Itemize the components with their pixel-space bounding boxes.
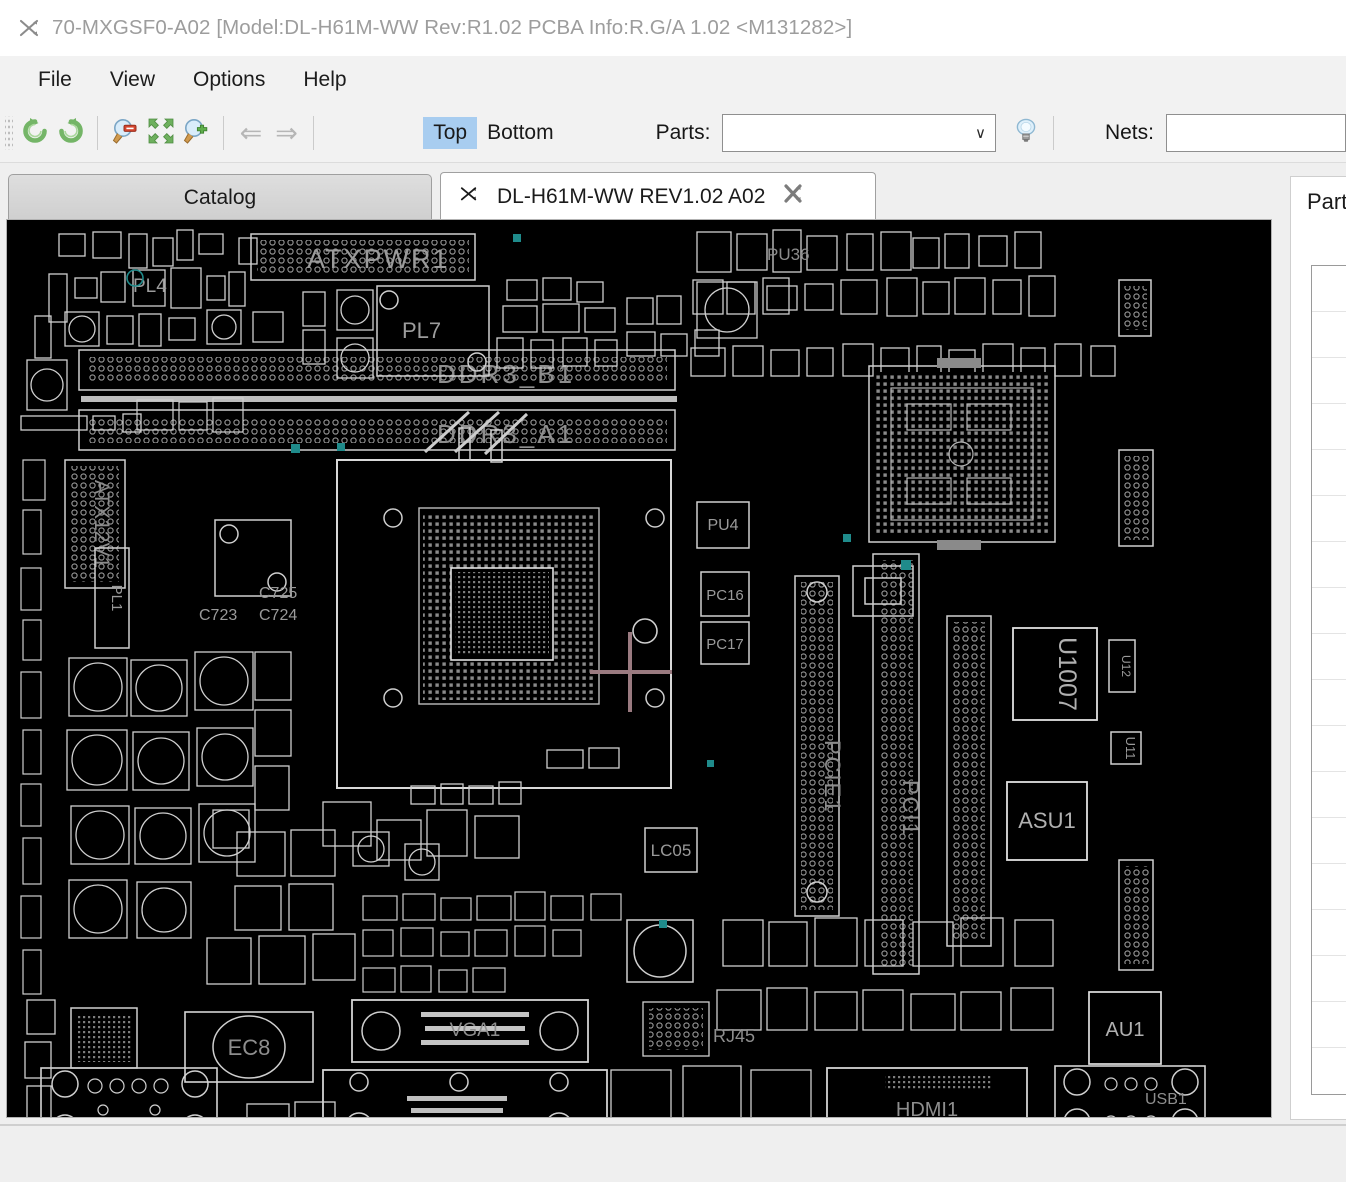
parts-list-row[interactable] xyxy=(1312,496,1346,542)
status-bar xyxy=(0,1126,1346,1182)
parts-list-panel: Part xyxy=(1290,176,1346,1120)
svg-text:DDR3_B1: DDR3_B1 xyxy=(437,359,575,389)
svg-text:C725: C725 xyxy=(259,585,297,602)
svg-text:PL1: PL1 xyxy=(108,585,125,612)
menu-item-file[interactable]: File xyxy=(22,64,88,96)
parts-list-row[interactable] xyxy=(1312,266,1346,312)
board-side-top-option[interactable]: Top xyxy=(423,116,478,150)
pcb-board-drawing[interactable]: ATXPWR1 DDR3_B1 DDR3_A1 PL4 PL7 PU36 PCI… xyxy=(7,220,1271,1117)
parts-list-row[interactable] xyxy=(1312,864,1346,910)
svg-text:VGA1: VGA1 xyxy=(450,1020,501,1041)
svg-text:ATXPWR1: ATXPWR1 xyxy=(307,244,450,274)
menu-item-view[interactable]: View xyxy=(94,64,171,96)
lightbulb-icon xyxy=(1011,116,1041,151)
parts-list-row[interactable] xyxy=(1312,588,1346,634)
zoom-out-icon xyxy=(110,116,140,151)
parts-list-row[interactable] xyxy=(1312,726,1346,772)
svg-text:AU1: AU1 xyxy=(1106,1019,1145,1041)
shuffle-icon xyxy=(459,185,479,209)
svg-text:PL7: PL7 xyxy=(402,318,441,343)
toolbar-separator-4 xyxy=(1053,116,1054,150)
svg-text:ATX12V1: ATX12V1 xyxy=(90,480,113,568)
menu-bar: File View Options Help xyxy=(0,56,1346,104)
rotate-left-icon xyxy=(20,116,50,151)
shuffle-icon xyxy=(16,15,42,41)
nets-label: Nets: xyxy=(1104,121,1154,144)
rotate-right-button[interactable] xyxy=(53,111,89,155)
svg-text:PU36: PU36 xyxy=(767,245,810,264)
window-title-bar: 70-MXGSF0-A02 [Model:DL-H61M-WW Rev:R1.0… xyxy=(0,0,1346,57)
svg-text:PC17: PC17 xyxy=(706,636,744,653)
parts-label: Parts: xyxy=(655,121,711,144)
fit-to-window-button[interactable] xyxy=(143,111,179,155)
toolbar-separator-1 xyxy=(97,116,99,150)
board-side-toggle: Top Bottom xyxy=(423,116,564,150)
zoom-in-button[interactable] xyxy=(179,111,215,155)
window-title-text: 70-MXGSF0-A02 [Model:DL-H61M-WW Rev:R1.0… xyxy=(52,16,853,39)
nets-input-wrap[interactable] xyxy=(1165,114,1346,152)
toolbar: ⇐ ⇒ Top Bottom Parts: ∨ Nets: xyxy=(0,104,1346,163)
tab-strip: Catalog DL-H61M-WW REV1.02 A02 xyxy=(0,172,1280,220)
parts-list-row[interactable] xyxy=(1312,634,1346,680)
parts-list-row[interactable] xyxy=(1312,956,1346,1002)
parts-list-row[interactable] xyxy=(1312,542,1346,588)
parts-list-table[interactable] xyxy=(1311,265,1346,1095)
menu-item-help[interactable]: Help xyxy=(287,64,362,96)
board-side-bottom-option[interactable]: Bottom xyxy=(477,117,564,149)
svg-text:U12: U12 xyxy=(1119,655,1133,677)
svg-text:PCI1: PCI1 xyxy=(898,780,923,837)
tab-catalog-label: Catalog xyxy=(183,185,257,209)
forward-button[interactable]: ⇒ xyxy=(269,111,305,155)
forward-arrow-icon: ⇒ xyxy=(275,117,298,148)
parts-list-row[interactable] xyxy=(1312,450,1346,496)
parts-search-group: Parts: ∨ xyxy=(656,114,997,152)
parts-list-row[interactable] xyxy=(1312,1002,1346,1048)
svg-text:EC8: EC8 xyxy=(228,1035,271,1060)
rotate-left-button[interactable] xyxy=(17,111,53,155)
svg-text:ASU1: ASU1 xyxy=(1018,808,1075,833)
nets-input[interactable] xyxy=(1166,115,1345,151)
svg-text:C724: C724 xyxy=(259,607,297,624)
tab-catalog[interactable]: Catalog xyxy=(8,174,432,220)
zoom-in-icon xyxy=(181,116,211,151)
parts-list-row[interactable] xyxy=(1312,818,1346,864)
parts-input[interactable] xyxy=(723,115,966,151)
svg-text:PU4: PU4 xyxy=(707,517,738,534)
toolbar-separator-3 xyxy=(313,116,315,150)
parts-list-row[interactable] xyxy=(1312,404,1346,450)
parts-list-row[interactable] xyxy=(1312,910,1346,956)
zoom-out-button[interactable] xyxy=(107,111,143,155)
menu-item-options[interactable]: Options xyxy=(177,64,281,96)
toolbar-drag-handle[interactable] xyxy=(5,116,14,150)
toolbar-separator-2 xyxy=(223,116,225,150)
tab-board[interactable]: DL-H61M-WW REV1.02 A02 xyxy=(440,172,876,220)
parts-list-row[interactable] xyxy=(1312,312,1346,358)
fit-to-window-icon xyxy=(146,116,176,151)
back-button[interactable]: ⇐ xyxy=(233,111,269,155)
chevron-down-icon[interactable]: ∨ xyxy=(965,124,995,142)
pcb-canvas[interactable]: ATXPWR1 DDR3_B1 DDR3_A1 PL4 PL7 PU36 PCI… xyxy=(6,219,1272,1118)
rotate-right-icon xyxy=(56,116,86,151)
svg-text:PCIE1: PCIE1 xyxy=(820,740,845,814)
parts-panel-title: Part xyxy=(1307,189,1346,214)
svg-text:PL4: PL4 xyxy=(133,276,167,297)
svg-text:RJ45: RJ45 xyxy=(713,1026,755,1046)
parts-list-row[interactable] xyxy=(1312,680,1346,726)
back-arrow-icon: ⇐ xyxy=(239,117,263,148)
svg-text:U11: U11 xyxy=(1123,737,1138,760)
svg-text:C723: C723 xyxy=(199,607,237,624)
svg-text:USB1: USB1 xyxy=(1145,1091,1187,1108)
svg-text:U1007: U1007 xyxy=(1053,637,1081,711)
svg-text:LC05: LC05 xyxy=(651,841,692,860)
parts-combobox[interactable]: ∨ xyxy=(722,114,997,152)
tab-board-label: DL-H61M-WW REV1.02 A02 xyxy=(497,184,766,208)
svg-text:PC16: PC16 xyxy=(706,587,744,604)
nets-search-group: Nets: xyxy=(1105,114,1346,152)
parts-list-row[interactable] xyxy=(1312,772,1346,818)
svg-text:HDMI1: HDMI1 xyxy=(896,1099,958,1117)
highlight-button[interactable] xyxy=(1008,111,1044,155)
close-icon[interactable] xyxy=(781,182,805,212)
parts-list-row[interactable] xyxy=(1312,358,1346,404)
